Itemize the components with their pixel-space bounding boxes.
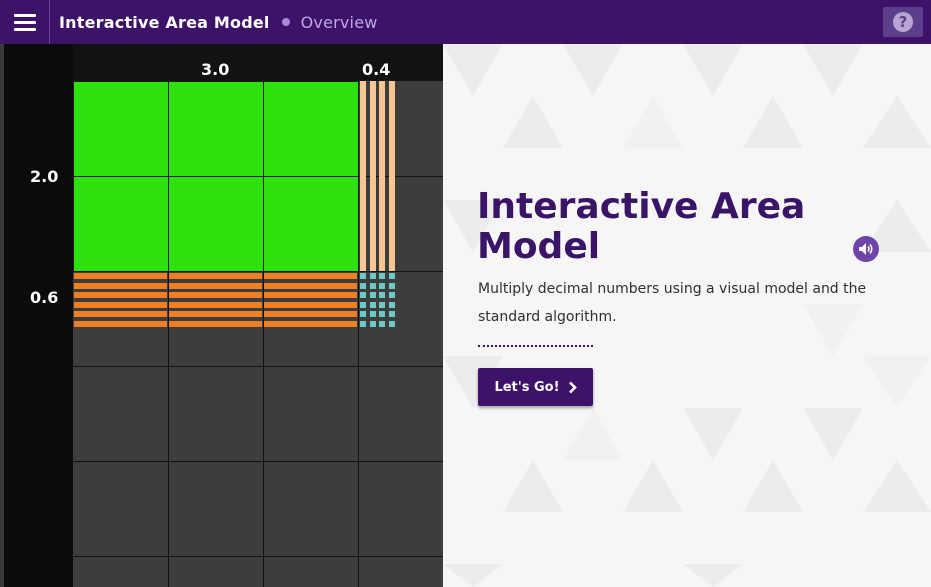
- chevron-right-icon: [568, 381, 577, 394]
- tenths-strip-horizontal: [74, 292, 167, 298]
- tenths-strip-horizontal: [264, 273, 357, 279]
- tenths-strip-horizontal: [169, 282, 262, 289]
- tenths-strip-horizontal: [169, 301, 262, 308]
- intro-panel: Interactive Area Model Multiply decimal …: [443, 44, 931, 587]
- hundredth-square: [360, 301, 366, 308]
- tenths-strip-horizontal: [74, 301, 167, 308]
- tenths-strip-horizontal: [264, 320, 357, 327]
- ones-block: [73, 176, 169, 272]
- area-model-panel: 3.0 0.4 2.0 0.6: [0, 44, 443, 587]
- hamburger-menu-icon: [13, 10, 36, 35]
- hundredth-square: [360, 320, 366, 327]
- tenths-strip-horizontal: [74, 311, 167, 317]
- tenths-strip-horizontal: [169, 311, 262, 317]
- tenths-strip-horizontal: [74, 282, 167, 289]
- tenths-strip-horizontal: [169, 273, 262, 279]
- hundredth-square: [369, 301, 376, 308]
- hundredth-square: [379, 311, 385, 317]
- hundredth-square: [379, 273, 385, 279]
- hundredth-square: [388, 273, 395, 279]
- tenths-strip-horizontal: [169, 292, 262, 298]
- tenths-strip-horizontal: [169, 320, 262, 327]
- app-title: Interactive Area Model: [59, 12, 270, 32]
- side-label-ones: 2.0: [30, 167, 59, 186]
- tenths-strip-vertical: [369, 81, 376, 271]
- hundredth-square: [360, 282, 366, 289]
- area-grid[interactable]: [73, 81, 443, 587]
- tenths-strip-horizontal: [74, 320, 167, 327]
- speaker-icon: [859, 243, 873, 255]
- tenths-strip-horizontal: [264, 301, 357, 308]
- tenths-strip-vertical: [388, 81, 395, 271]
- tenths-strip-horizontal: [264, 311, 357, 317]
- hundredth-square: [388, 320, 395, 327]
- tenths-strip-horizontal: [74, 273, 167, 279]
- hundredth-square: [388, 292, 395, 298]
- tenths-strip-vertical: [360, 81, 366, 271]
- hundredth-square: [388, 282, 395, 289]
- tenths-strip-vertical: [379, 81, 385, 271]
- ones-block: [73, 81, 169, 177]
- ones-block: [168, 81, 264, 177]
- breadcrumb-current: Overview: [300, 12, 378, 32]
- tenths-strip-horizontal: [264, 292, 357, 298]
- side-label-tenths: 0.6: [30, 288, 59, 307]
- hundredth-square: [379, 282, 385, 289]
- intro-description: Multiply decimal numbers using a visual …: [478, 281, 867, 325]
- hundredth-square: [379, 292, 385, 298]
- grid-line: [73, 366, 443, 367]
- ones-block: [168, 176, 264, 272]
- divider: [478, 345, 593, 347]
- breadcrumb-separator: [281, 18, 290, 26]
- hundredth-square: [369, 273, 376, 279]
- help-button[interactable]: ?: [883, 7, 923, 37]
- hundredth-square: [388, 311, 395, 317]
- hundredth-square: [369, 292, 376, 298]
- top-label-ones: 3.0: [201, 60, 230, 79]
- hundredth-square: [388, 301, 395, 308]
- ones-block: [263, 176, 359, 272]
- hundredth-square: [379, 301, 385, 308]
- menu-button[interactable]: [0, 0, 50, 44]
- grid-line: [73, 556, 443, 557]
- hundredth-square: [369, 311, 376, 317]
- lets-go-label: Let's Go!: [494, 379, 560, 395]
- question-mark-icon: ?: [893, 12, 913, 32]
- grid-line: [73, 461, 443, 462]
- ones-block: [263, 81, 359, 177]
- hundredth-square: [369, 320, 376, 327]
- hundredth-square: [369, 282, 376, 289]
- hundredth-square: [379, 320, 385, 327]
- lets-go-button[interactable]: Let's Go!: [478, 368, 593, 406]
- top-label-tenths: 0.4: [362, 60, 391, 79]
- hundredth-square: [360, 311, 366, 317]
- top-bar: Interactive Area Model Overview ?: [0, 0, 931, 44]
- hundredth-square: [360, 273, 366, 279]
- intro-title: Interactive Area Model: [477, 186, 806, 267]
- audio-button[interactable]: [853, 236, 879, 262]
- tenths-strip-horizontal: [264, 282, 357, 289]
- hundredth-square: [360, 292, 366, 298]
